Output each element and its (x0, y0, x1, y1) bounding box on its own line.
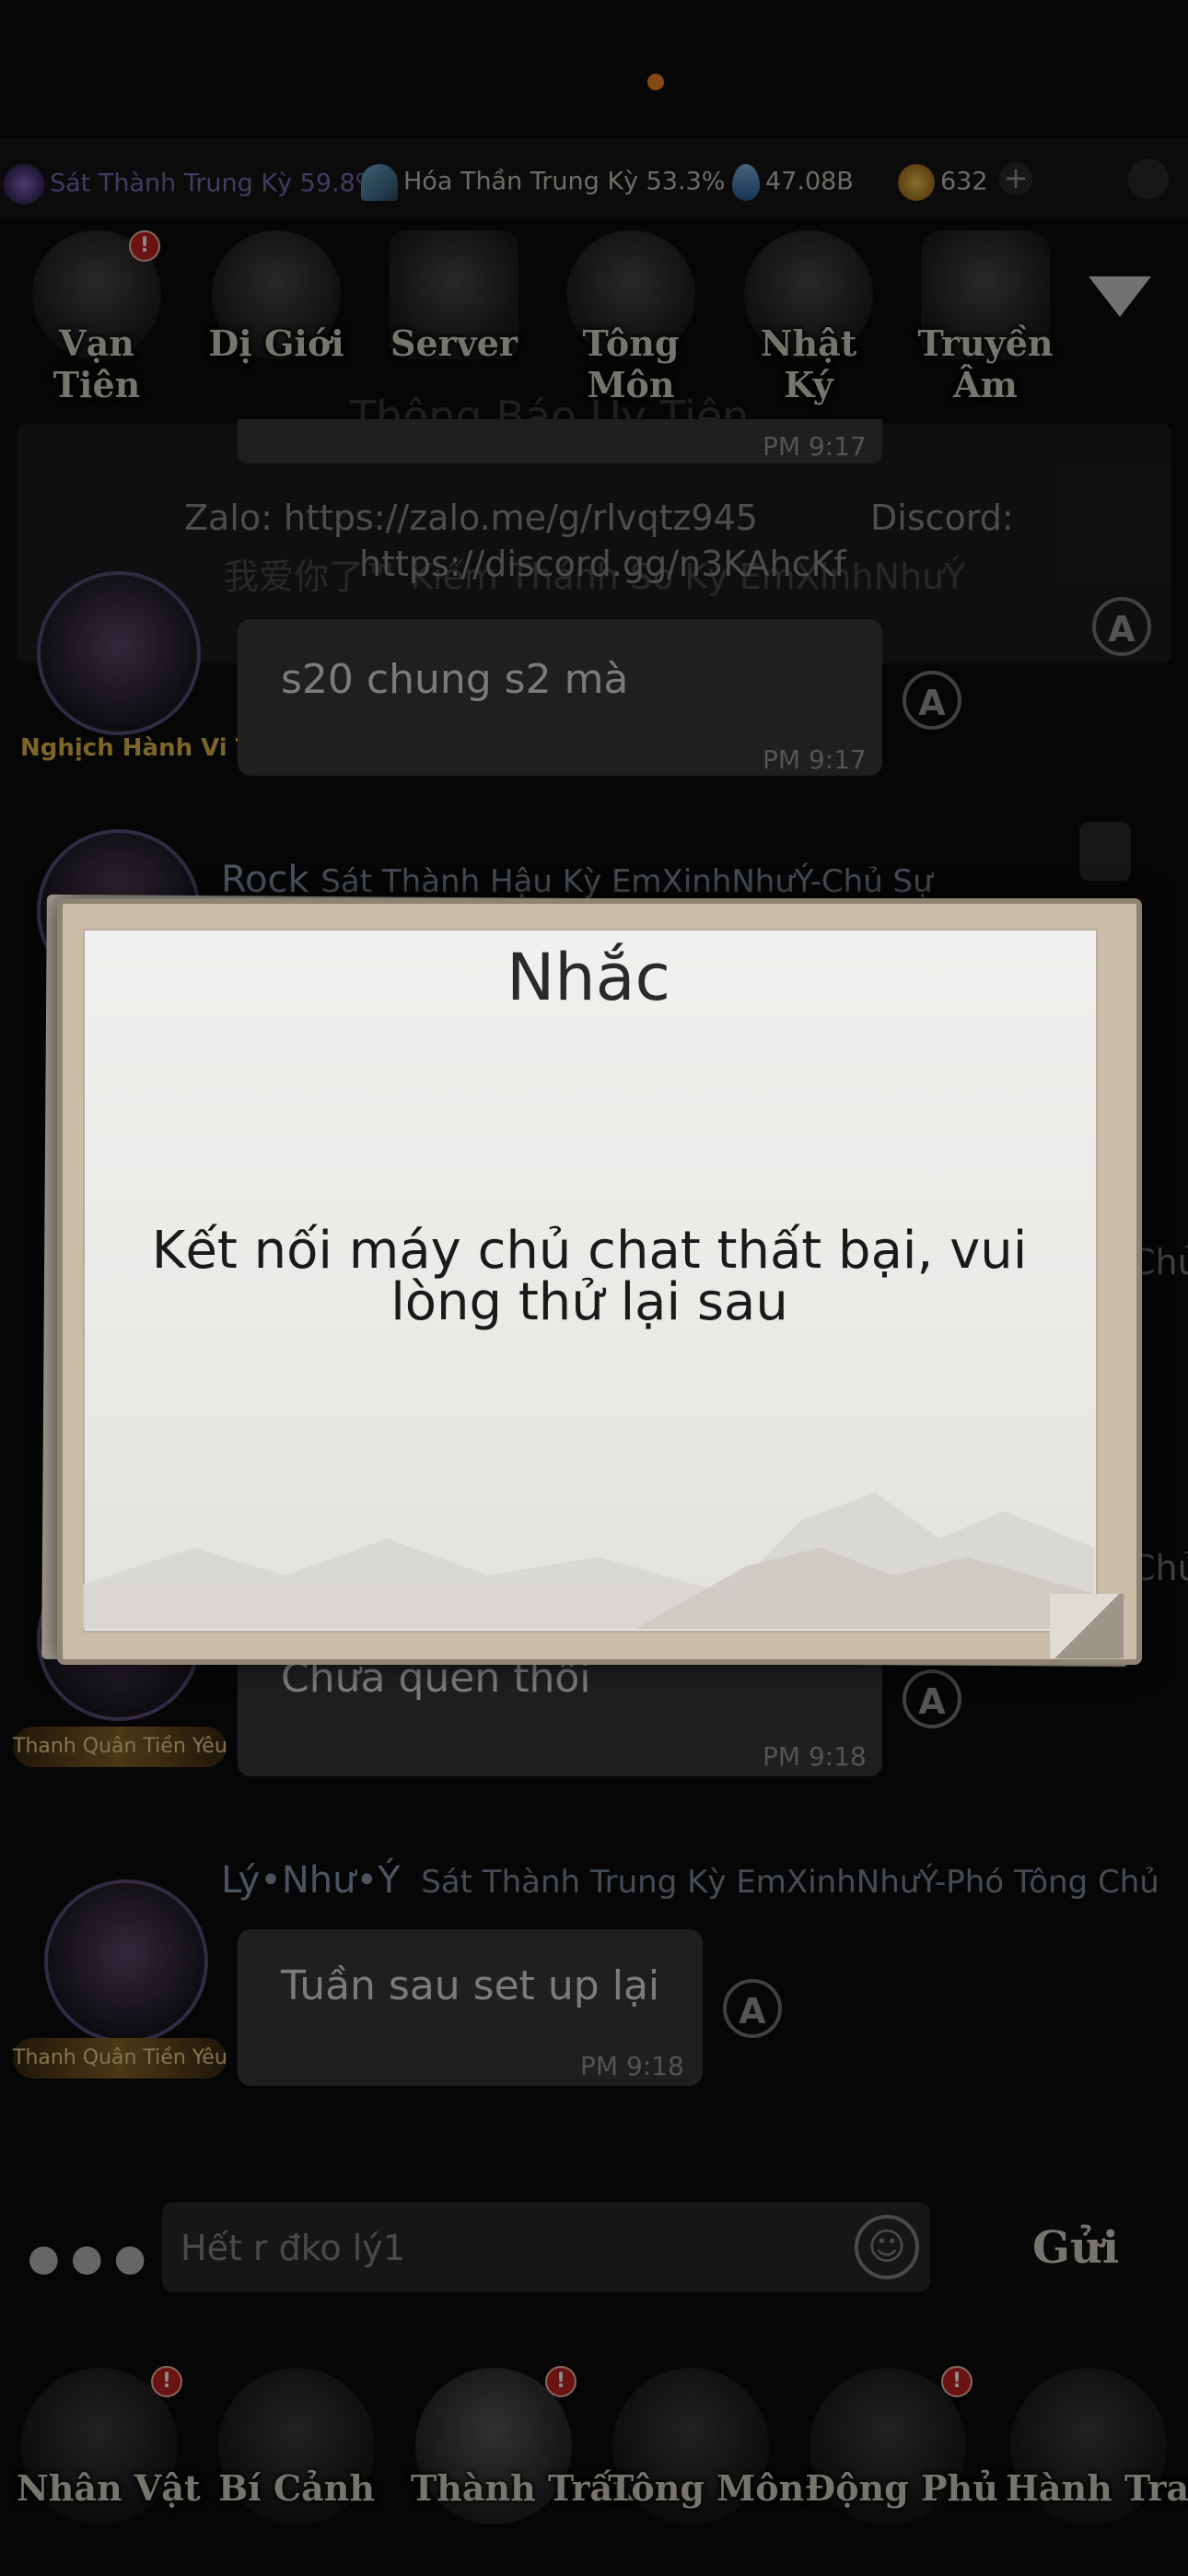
dialog-message: Kết nối máy chủ chat thất bại, vui lòng … (151, 1221, 1028, 1332)
page-curl-decoration (1050, 1594, 1124, 1658)
ink-mountains-decoration (83, 1493, 1094, 1629)
dialog-title: Nhắc (506, 940, 671, 1015)
